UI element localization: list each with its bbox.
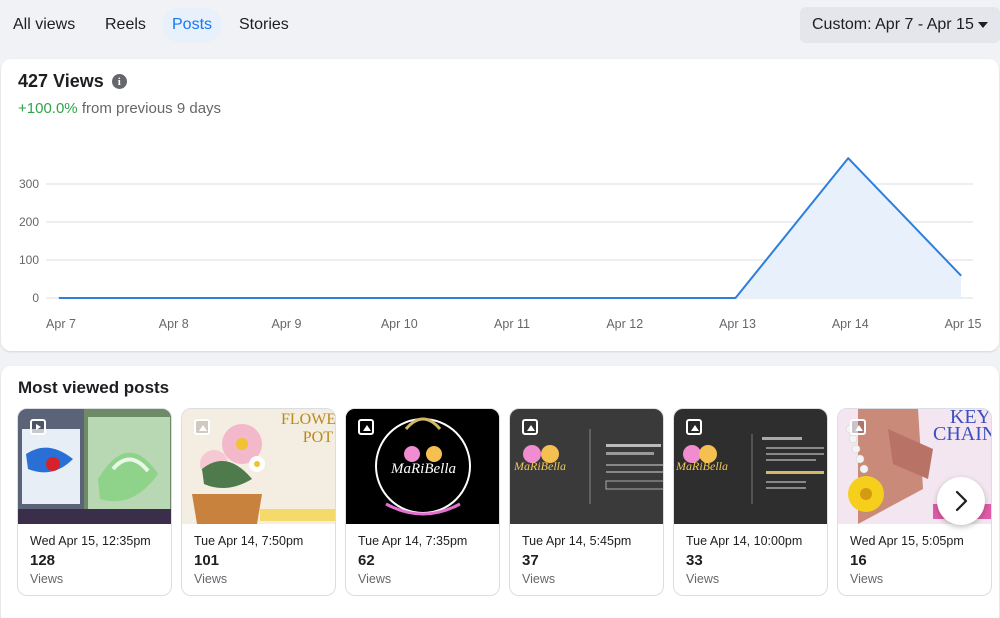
photo-icon <box>194 419 210 435</box>
post-views-count: 101 <box>194 552 220 569</box>
post-views-label: Views <box>30 572 64 586</box>
photo-icon <box>850 419 866 435</box>
data-point <box>847 157 849 159</box>
tab-reels[interactable]: Reels <box>95 8 156 42</box>
tab-stories[interactable]: Stories <box>229 8 299 42</box>
post-card[interactable]: Wed Apr 15, 12:35pm 128 Views <box>17 408 172 596</box>
post-views-count: 33 <box>686 552 703 569</box>
x-tick-label: Apr 15 <box>945 317 982 331</box>
x-tick-label: Apr 12 <box>606 317 643 331</box>
x-tick-label: Apr 10 <box>381 317 418 331</box>
post-thumbnail <box>18 409 171 524</box>
data-point <box>396 297 398 299</box>
views-line-chart: 0 100 200 300 Apr 7 Apr 8 Apr 9 Apr 10 Apr 11 Apr… <box>19 157 982 331</box>
caret-down-icon <box>978 22 988 28</box>
post-thumbnail: MaRiBella <box>510 409 663 524</box>
y-tick-label: 300 <box>19 177 39 191</box>
post-thumbnail: MaRiBella <box>346 409 499 524</box>
post-date: Tue Apr 14, 5:45pm <box>522 534 632 548</box>
area-fill <box>59 158 961 298</box>
photo-icon <box>358 419 374 435</box>
chevron-right-icon <box>955 490 968 512</box>
post-overlay-text: MaRiBella <box>391 461 456 477</box>
y-tick-label: 100 <box>19 253 39 267</box>
data-point <box>58 297 60 299</box>
data-point <box>960 275 962 277</box>
x-tick-label: Apr 8 <box>159 317 189 331</box>
view-tabs-bar: All views Reels Posts Stories Custom: Ap… <box>0 0 1000 50</box>
views-card: 427 Views i +100.0% from previous 9 days… <box>1 59 999 351</box>
x-tick-label: Apr 13 <box>719 317 756 331</box>
data-point <box>509 297 511 299</box>
post-date: Wed Apr 15, 5:05pm <box>850 534 964 548</box>
photo-icon <box>522 419 538 435</box>
reel-icon <box>30 419 46 435</box>
post-views-count: 37 <box>522 552 539 569</box>
most-viewed-posts-card: Most viewed posts Wed Apr 15, 12:35pm 12… <box>1 366 999 618</box>
post-views-label: Views <box>686 572 720 586</box>
tab-posts[interactable]: Posts <box>162 8 223 42</box>
x-tick-label: Apr 11 <box>494 317 530 331</box>
post-views-count: 128 <box>30 552 56 569</box>
post-overlay-text: MaRiBella <box>676 459 728 473</box>
post-thumbnail: FLOWER POT <box>182 409 336 524</box>
data-point <box>622 297 624 299</box>
post-thumbnail: MaRiBella <box>674 409 827 524</box>
x-tick-label: Apr 7 <box>46 317 76 331</box>
data-point <box>171 297 173 299</box>
post-date: Wed Apr 15, 12:35pm <box>30 534 151 548</box>
post-date: Tue Apr 14, 10:00pm <box>686 534 803 548</box>
post-views-label: Views <box>850 572 884 586</box>
next-arrow-button[interactable] <box>937 477 985 525</box>
date-range-label: Custom: Apr 7 - Apr 15 <box>812 16 974 33</box>
section-title: Most viewed posts <box>18 378 170 397</box>
post-views-label: Views <box>522 572 556 586</box>
data-point <box>284 297 285 299</box>
post-card[interactable]: MaRiBella Tue Apr 14, 10:00pm 33 Views <box>673 408 828 596</box>
post-views-label: Views <box>358 572 392 586</box>
post-views-label: Views <box>194 572 228 586</box>
x-tick-label: Apr 14 <box>832 317 869 331</box>
y-tick-label: 200 <box>19 215 39 229</box>
post-card[interactable]: FLOWER POT Tue Apr 14, 7:50pm 101 Views <box>181 408 336 596</box>
y-tick-label: 0 <box>32 291 39 305</box>
x-tick-label: Apr 9 <box>272 317 302 331</box>
post-card[interactable]: MaRiBella Tue Apr 14, 7:35pm 62 Views <box>345 408 500 596</box>
post-overlay-text: MaRiBella <box>514 459 566 473</box>
post-views-count: 62 <box>358 552 375 569</box>
post-date: Tue Apr 14, 7:50pm <box>194 534 304 548</box>
post-overlay-text: FLOWER POT <box>281 411 336 446</box>
post-overlay-text: KEY CHAIN <box>933 409 992 445</box>
date-range-dropdown[interactable]: Custom: Apr 7 - Apr 15 <box>800 7 1000 43</box>
post-card[interactable]: MaRiBella Tue Apr 14, 5:45pm 37 Views <box>509 408 664 596</box>
data-point <box>735 297 736 299</box>
tab-all-views[interactable]: All views <box>3 8 85 42</box>
post-views-count: 16 <box>850 552 867 569</box>
photo-icon <box>686 419 702 435</box>
post-date: Tue Apr 14, 7:35pm <box>358 534 468 548</box>
